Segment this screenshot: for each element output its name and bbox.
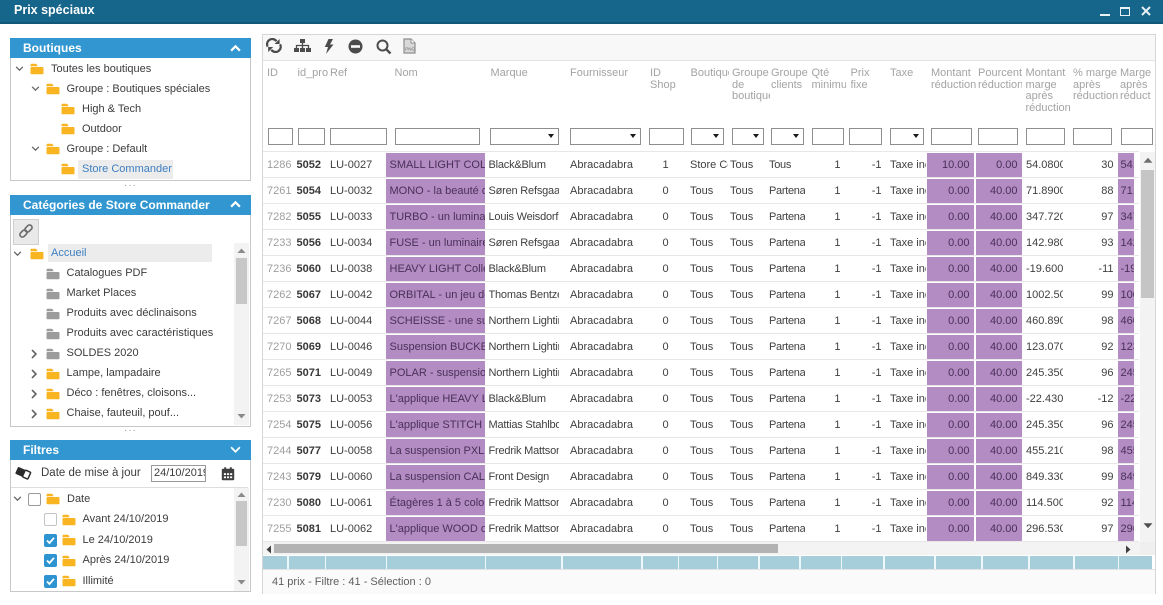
svg-text:PNG: PNG [405, 47, 415, 52]
